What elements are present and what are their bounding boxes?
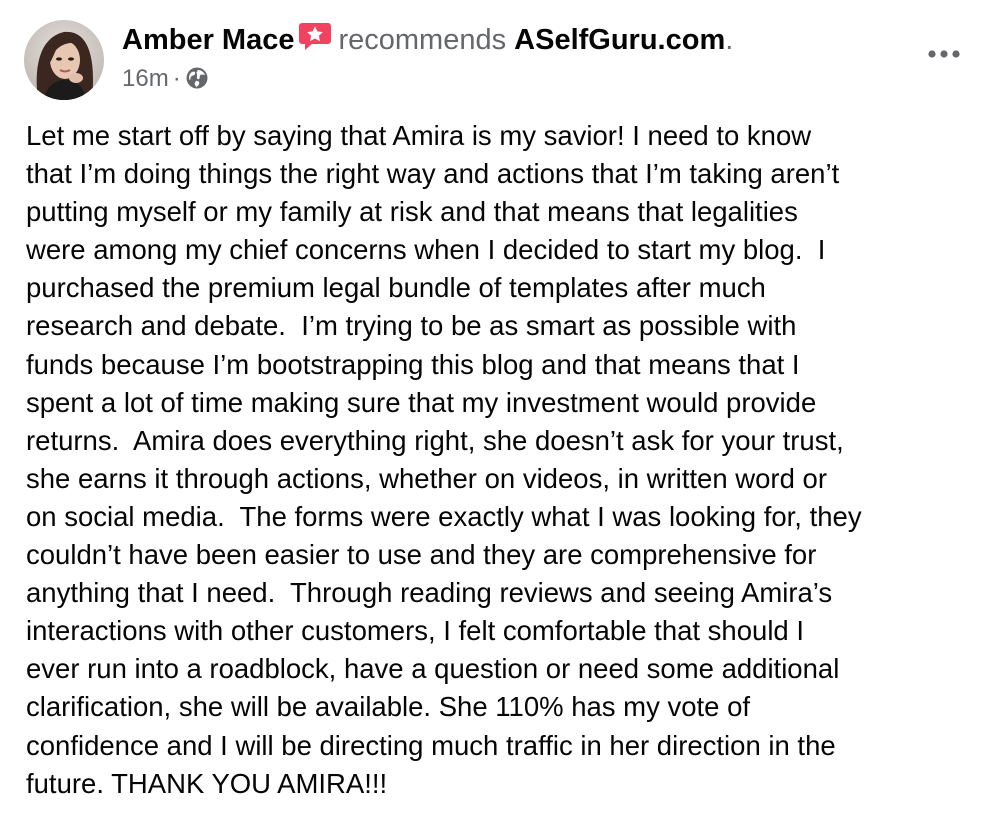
post-text-line: confidence and I will be directing much …: [26, 729, 836, 761]
post-text-line: research and debate. I’m trying to be as…: [26, 310, 797, 342]
post-text-line: putting myself or my family at risk and …: [26, 196, 798, 228]
author-avatar[interactable]: [24, 20, 104, 100]
post-text-line: purchased the premium legal bundle of te…: [26, 272, 766, 304]
post-text-line: spent a lot of time making sure that my …: [26, 386, 817, 418]
post-meta: Amber Mace recommends ASelfGuru.com. 16m ·: [122, 20, 902, 96]
post-header: Amber Mace recommends ASelfGuru.com. 16m ·: [24, 20, 964, 102]
avatar-photo: [24, 20, 104, 100]
post-text-line: that I’m doing things the right way and …: [26, 158, 840, 190]
post-subline: 16m ·: [122, 62, 902, 96]
post-text-line: funds because I’m bootstrapping this blo…: [26, 348, 800, 380]
post-text-line: ever run into a roadblock, have a questi…: [26, 653, 840, 685]
post-text-line: were among my chief concerns when I deci…: [26, 234, 826, 266]
post-text-line: clarification, she will be available. Sh…: [26, 691, 751, 723]
post-text-line: returns. Amira does everything right, sh…: [26, 424, 844, 456]
globe-icon[interactable]: [185, 66, 209, 90]
post-body-text: Let me start off by saying that Amira is…: [26, 117, 966, 803]
feed-post: Amber Mace recommends ASelfGuru.com. 16m ·…: [0, 0, 988, 822]
recommendation-star-icon: [298, 21, 332, 51]
post-text-line: future. THANK YOU AMIRA!!!: [26, 767, 388, 799]
author-name[interactable]: Amber Mace: [122, 24, 294, 56]
post-text-line: on social media. The forms were exactly …: [26, 500, 862, 532]
title-period: .: [725, 24, 734, 56]
post-text-line: interactions with other customers, I fel…: [26, 615, 805, 647]
post-title-line: Amber Mace recommends ASelfGuru.com.: [122, 20, 902, 60]
post-text-line: couldn’t have been easier to use and the…: [26, 539, 817, 571]
more-options-icon: [928, 50, 960, 58]
post-timestamp[interactable]: 16m: [122, 65, 169, 92]
separator-dot: ·: [172, 65, 181, 92]
post-text-line: anything that I need. Through reading re…: [26, 577, 833, 609]
post-text-line: Let me start off by saying that Amira is…: [26, 120, 812, 151]
more-options-button[interactable]: [924, 42, 964, 66]
post-text-line: she earns it through actions, whether on…: [26, 462, 827, 494]
post-action: recommends: [338, 24, 507, 56]
recommended-page-link[interactable]: ASelfGuru.com: [514, 24, 725, 56]
